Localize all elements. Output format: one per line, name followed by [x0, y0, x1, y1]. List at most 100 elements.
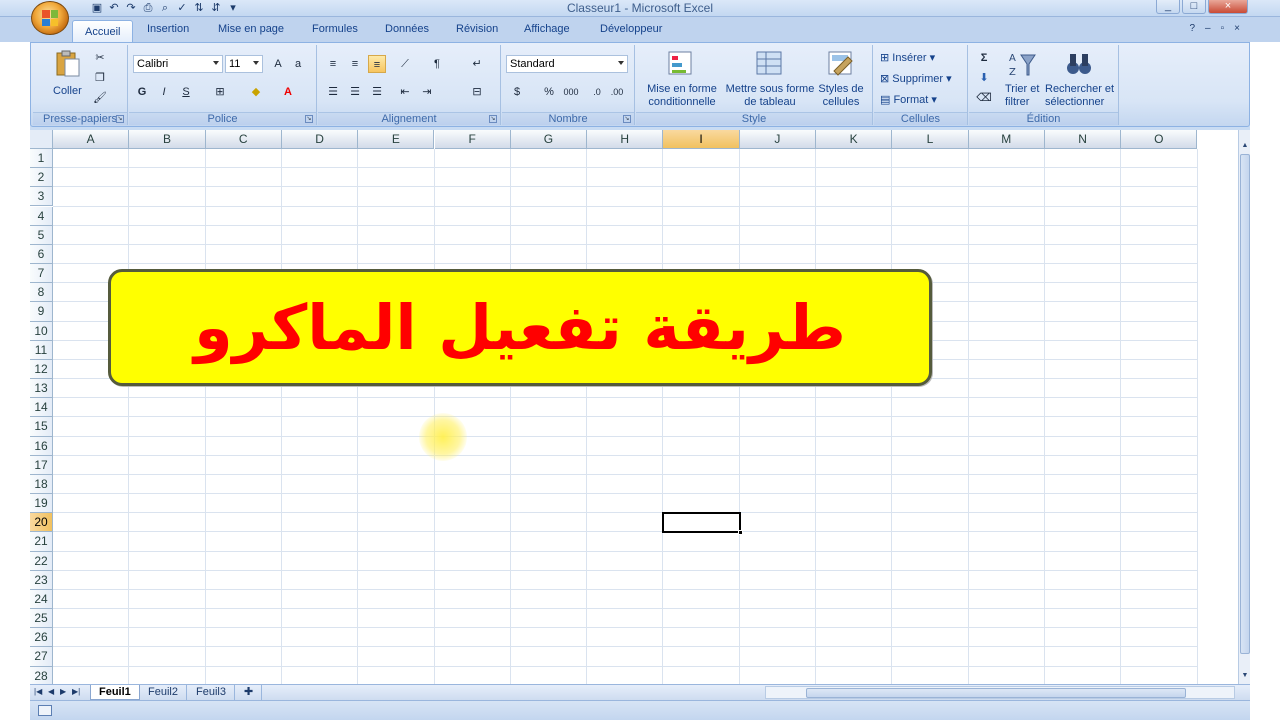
row-header[interactable]: 6: [30, 244, 53, 264]
column-header[interactable]: N: [1044, 130, 1122, 149]
format-table-line2[interactable]: de tableau: [724, 96, 816, 108]
orientation-icon[interactable]: ⟋: [396, 55, 414, 73]
fill-handle[interactable]: [737, 530, 743, 536]
conditional-format-line1[interactable]: Mise en forme: [642, 83, 722, 95]
cell-styles-icon[interactable]: [826, 49, 856, 79]
minimize-ribbon-icon[interactable]: –: [1205, 23, 1211, 34]
row-header[interactable]: 13: [30, 379, 53, 399]
find-select-line1[interactable]: Rechercher et: [1045, 83, 1114, 95]
sheet-tab-feuil1[interactable]: Feuil1: [90, 685, 140, 700]
font-size-select[interactable]: 11: [225, 55, 263, 73]
row-header[interactable]: 22: [30, 551, 53, 571]
row-header[interactable]: 28: [30, 666, 53, 684]
find-select-line2[interactable]: sélectionner: [1045, 96, 1104, 108]
row-header[interactable]: 10: [30, 321, 53, 341]
prev-sheet-icon[interactable]: ◀: [48, 687, 54, 696]
align-left-icon[interactable]: ☰: [324, 83, 342, 101]
column-header[interactable]: L: [892, 130, 969, 149]
grow-font-icon[interactable]: A: [269, 55, 287, 73]
number-format-select[interactable]: Standard: [506, 55, 628, 73]
maximize-button[interactable]: □: [1182, 0, 1206, 14]
tab-donnees[interactable]: Données: [385, 23, 429, 35]
align-top-icon[interactable]: ≡: [324, 55, 342, 73]
sort-filter-line1[interactable]: Trier et: [1005, 83, 1039, 95]
column-header[interactable]: D: [281, 130, 359, 149]
row-header[interactable]: 7: [30, 264, 53, 284]
column-header[interactable]: I: [663, 130, 740, 149]
format-button[interactable]: ▤ Format ▾: [880, 93, 937, 106]
wrap-text-icon[interactable]: ↵: [468, 55, 486, 73]
font-name-select[interactable]: Calibri: [133, 55, 223, 73]
row-header[interactable]: 5: [30, 225, 53, 245]
copy-icon[interactable]: ❐: [91, 69, 109, 87]
underline-button[interactable]: S: [177, 83, 195, 101]
text-direction-icon[interactable]: ¶: [428, 55, 446, 73]
row-header[interactable]: 16: [30, 436, 53, 456]
select-all-corner[interactable]: [30, 130, 53, 149]
office-button[interactable]: [31, 1, 69, 35]
row-header[interactable]: 15: [30, 417, 53, 437]
column-header[interactable]: B: [129, 130, 206, 149]
row-header[interactable]: 8: [30, 283, 53, 303]
tab-affichage[interactable]: Affichage: [524, 23, 570, 35]
autosum-icon[interactable]: Σ: [975, 49, 993, 67]
title-banner[interactable]: طريقة تفعيل الماكرو: [108, 269, 932, 386]
restore-icon[interactable]: ▫: [1221, 23, 1225, 34]
minimize-button[interactable]: _: [1156, 0, 1180, 14]
row-header[interactable]: 1: [30, 149, 53, 169]
scroll-up-icon[interactable]: ▲: [1239, 140, 1251, 152]
first-sheet-icon[interactable]: |◀: [34, 687, 42, 696]
decrease-indent-icon[interactable]: ⇤: [396, 83, 414, 101]
sheet-tab-feuil3[interactable]: Feuil3: [188, 685, 235, 700]
percent-button[interactable]: %: [540, 83, 558, 101]
scroll-down-icon[interactable]: ▼: [1239, 670, 1251, 682]
merge-center-icon[interactable]: ⊟: [468, 83, 486, 101]
row-header[interactable]: 21: [30, 532, 53, 552]
borders-icon[interactable]: ⊞: [211, 83, 229, 101]
format-table-icon[interactable]: [754, 49, 784, 79]
align-center-icon[interactable]: ☰: [346, 83, 364, 101]
row-header[interactable]: 23: [30, 570, 53, 590]
horizontal-scrollbar[interactable]: [765, 686, 1235, 699]
column-header[interactable]: J: [739, 130, 816, 149]
font-launcher-icon[interactable]: ↘: [305, 115, 313, 123]
row-header[interactable]: 25: [30, 609, 53, 629]
paste-icon[interactable]: [53, 49, 83, 79]
paste-button[interactable]: Coller: [53, 85, 82, 97]
delete-button[interactable]: ⊠ Supprimer ▾: [880, 72, 952, 85]
next-sheet-icon[interactable]: ▶: [60, 687, 66, 696]
last-sheet-icon[interactable]: ▶|: [72, 687, 80, 696]
increase-indent-icon[interactable]: ⇥: [418, 83, 436, 101]
format-table-line1[interactable]: Mettre sous forme: [724, 83, 816, 95]
vertical-scroll-thumb[interactable]: [1240, 154, 1250, 654]
column-header[interactable]: E: [358, 130, 435, 149]
active-cell[interactable]: [662, 512, 743, 536]
column-header[interactable]: F: [434, 130, 511, 149]
row-header[interactable]: 19: [30, 494, 53, 514]
worksheet-grid[interactable]: A B C D E F G H I J K L M N O 1 2 3 4 5 6 7 8 9 10 11 12 13 14 15 16 17…: [30, 130, 1238, 684]
row-header[interactable]: 4: [30, 206, 53, 226]
row-header[interactable]: 17: [30, 455, 53, 475]
column-header[interactable]: H: [587, 130, 664, 149]
bold-button[interactable]: G: [133, 83, 151, 101]
conditional-format-line2[interactable]: conditionnelle: [642, 96, 722, 108]
sheet-tab-feuil2[interactable]: Feuil2: [140, 685, 187, 700]
tab-revision[interactable]: Révision: [456, 23, 498, 35]
macro-record-icon[interactable]: [38, 705, 52, 716]
vertical-scrollbar[interactable]: ▲ ▼: [1238, 130, 1250, 684]
thousands-button[interactable]: 000: [560, 83, 582, 101]
format-painter-icon[interactable]: 🖌: [91, 89, 109, 107]
currency-icon[interactable]: $: [508, 83, 526, 101]
cell-styles-line2[interactable]: cellules: [816, 96, 866, 108]
row-header[interactable]: 27: [30, 647, 53, 667]
align-middle-icon[interactable]: ≡: [346, 55, 364, 73]
tab-mise-en-page[interactable]: Mise en page: [218, 23, 284, 35]
tab-insertion[interactable]: Insertion: [147, 23, 189, 35]
tab-accueil[interactable]: Accueil: [72, 20, 134, 43]
sort-filter-line2[interactable]: filtrer: [1005, 96, 1029, 108]
align-bottom-icon[interactable]: ≡: [368, 55, 386, 73]
row-header[interactable]: 20: [30, 513, 53, 533]
close-workbook-icon[interactable]: ×: [1234, 23, 1240, 34]
column-header[interactable]: O: [1121, 130, 1198, 149]
fill-color-icon[interactable]: ◆: [247, 83, 265, 101]
